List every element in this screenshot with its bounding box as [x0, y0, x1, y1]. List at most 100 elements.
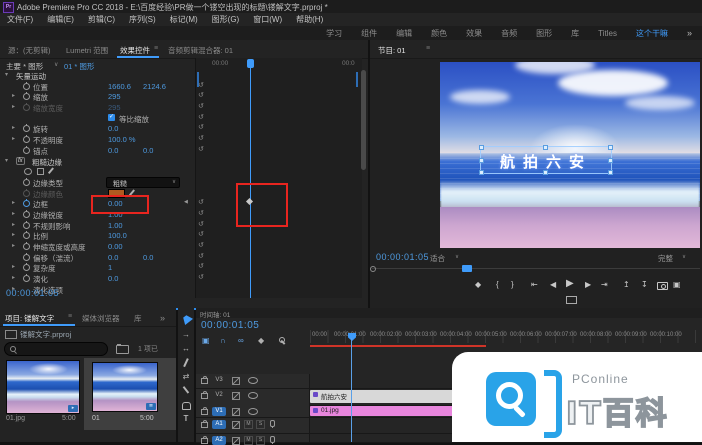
step-back-button[interactable]: ◀ — [550, 280, 556, 289]
hand-tool[interactable] — [181, 400, 191, 410]
program-scrubber-playhead[interactable] — [462, 265, 472, 272]
menu-file[interactable]: 文件(F) — [0, 14, 40, 25]
twirl-icon[interactable]: ▸ — [12, 135, 15, 142]
ecp-timecode[interactable]: 00:00:01:05 — [6, 288, 59, 298]
menu-sequence[interactable]: 序列(S) — [122, 14, 163, 25]
razor-tool[interactable] — [181, 358, 191, 368]
stopwatch-icon[interactable] — [23, 125, 30, 132]
stopwatch-icon[interactable] — [23, 136, 30, 143]
twirl-icon[interactable]: ▸ — [12, 103, 15, 110]
rotation-value[interactable]: 0.0 — [108, 124, 118, 133]
workspace-color[interactable]: 颜色 — [431, 28, 447, 39]
chevron-down-icon[interactable]: ∨ — [682, 254, 686, 260]
type-tool[interactable]: T — [181, 414, 191, 424]
search-input[interactable] — [4, 342, 108, 356]
selection-handle[interactable] — [479, 145, 484, 150]
go-to-in-button[interactable]: ⇤ — [531, 280, 538, 289]
title-text-overlay[interactable]: 航拍六安 — [481, 151, 611, 172]
reset-icon[interactable] — [198, 81, 204, 89]
menu-edit[interactable]: 编辑(E) — [40, 14, 81, 25]
reset-icon[interactable] — [198, 91, 204, 99]
export-frame-button[interactable] — [657, 282, 668, 290]
mute-button[interactable]: M — [244, 436, 253, 445]
timeline-settings-wrench-icon[interactable] — [278, 336, 285, 343]
twirl-icon[interactable]: ▸ — [12, 263, 15, 270]
menu-marker[interactable]: 标记(M) — [163, 14, 205, 25]
add-marker-icon[interactable]: ◆ — [258, 336, 264, 345]
menu-graphics[interactable]: 图形(G) — [205, 14, 247, 25]
stopwatch-icon[interactable] — [23, 243, 30, 250]
selected-item-background[interactable]: ≣ 01 5:00 — [84, 358, 176, 430]
stopwatch-icon[interactable] — [23, 83, 30, 90]
stopwatch-icon[interactable] — [23, 275, 30, 282]
ripple-edit-tool[interactable]: ↔ — [181, 344, 191, 354]
track-select-tool[interactable]: → — [181, 330, 191, 340]
solo-button[interactable]: S — [256, 420, 265, 429]
step-forward-button[interactable]: ▶ — [585, 280, 591, 289]
menu-clip[interactable]: 剪辑(C) — [81, 14, 122, 25]
anchor-y-value[interactable]: 0.0 — [143, 146, 153, 155]
twirl-icon[interactable]: ▸ — [12, 231, 15, 238]
tab-source-monitor[interactable]: 源：(无剪辑) — [8, 45, 51, 56]
insert-overwrite-icon[interactable]: ▣ — [202, 336, 210, 345]
panel-menu-icon[interactable]: ≡ — [154, 45, 158, 52]
evolution-value[interactable]: 0.0 — [108, 274, 118, 283]
play-button[interactable]: ▶ — [566, 278, 574, 289]
ecp-scrollbar[interactable] — [361, 70, 366, 170]
uniform-scale-checkbox[interactable] — [108, 114, 115, 121]
track-target-v1[interactable]: V1 — [212, 407, 226, 416]
twirl-icon[interactable]: ▸ — [12, 124, 15, 131]
tab-audio-clip-mixer[interactable]: 音频剪辑混合器: 01 — [168, 45, 233, 56]
fx-badge-icon[interactable]: fx — [16, 157, 25, 165]
menu-help[interactable]: 帮助(H) — [289, 14, 330, 25]
lock-icon[interactable] — [201, 438, 208, 444]
stopwatch-icon[interactable] — [23, 179, 30, 186]
project-file-name[interactable]: 镂解文字.prproj — [20, 329, 71, 340]
track-target-a1[interactable]: A1 — [212, 420, 226, 429]
pen-tool[interactable] — [181, 386, 191, 396]
add-marker-button[interactable]: ◆ — [475, 280, 481, 289]
reset-icon[interactable] — [198, 252, 204, 260]
linked-selection-icon[interactable]: ∞ — [238, 336, 244, 345]
item-name[interactable]: 01.jpg — [6, 415, 25, 422]
item-name[interactable]: 01 — [92, 415, 100, 422]
reset-icon[interactable] — [198, 209, 204, 217]
scale-effect-value[interactable]: 100.0 — [108, 231, 127, 240]
workspace-learning[interactable]: 学习 — [326, 28, 342, 39]
reset-icon[interactable] — [198, 262, 204, 270]
mark-out-button[interactable]: } — [511, 280, 514, 289]
workspace-effects[interactable]: 效果 — [466, 28, 482, 39]
snap-magnet-icon[interactable]: ∩ — [220, 336, 226, 345]
stopwatch-icon-active[interactable] — [23, 200, 30, 207]
slip-tool[interactable]: ⇄ — [181, 372, 191, 382]
lock-icon[interactable] — [201, 378, 208, 384]
lock-icon[interactable] — [201, 393, 208, 399]
mark-in-button[interactable]: { — [496, 280, 499, 289]
timeline-timecode[interactable]: 00:00:01:05 — [201, 320, 259, 331]
sync-lock-icon[interactable] — [232, 421, 240, 429]
menu-window[interactable]: 窗口(W) — [246, 14, 289, 25]
solo-button[interactable]: S — [256, 436, 265, 445]
zoom-level-dropdown[interactable]: 适合 — [430, 253, 445, 264]
selection-handle[interactable] — [608, 145, 613, 150]
reset-icon[interactable] — [198, 241, 204, 249]
chevron-down-icon[interactable]: ∨ — [54, 61, 58, 68]
program-timecode[interactable]: 00:00:01:05 — [376, 252, 429, 262]
previous-keyframe-icon[interactable] — [184, 199, 188, 205]
tab-timeline-sequence[interactable]: 时间轴: 01 — [200, 309, 230, 319]
rectangle-mask-icon[interactable] — [37, 168, 44, 175]
reset-icon[interactable] — [198, 123, 204, 131]
workspace-audio[interactable]: 音频 — [501, 28, 517, 39]
mute-button[interactable]: M — [244, 420, 253, 429]
stopwatch-icon[interactable] — [23, 254, 30, 261]
button-editor-icon[interactable]: ▣ — [673, 280, 681, 289]
panel-menu-icon[interactable]: ≡ — [426, 45, 430, 52]
track-target-v3[interactable]: V3 — [212, 376, 226, 385]
position-x-value[interactable]: 1660.6 — [108, 82, 131, 91]
selection-tool[interactable] — [181, 312, 191, 322]
anchor-x-value[interactable]: 0.0 — [108, 146, 118, 155]
tab-lumetri-scopes[interactable]: Lumetri 范围 — [66, 45, 108, 56]
reset-icon[interactable] — [198, 145, 204, 153]
playback-resolution-dropdown[interactable]: 完整 — [658, 253, 673, 264]
workspace-assembly[interactable]: 组件 — [361, 28, 377, 39]
